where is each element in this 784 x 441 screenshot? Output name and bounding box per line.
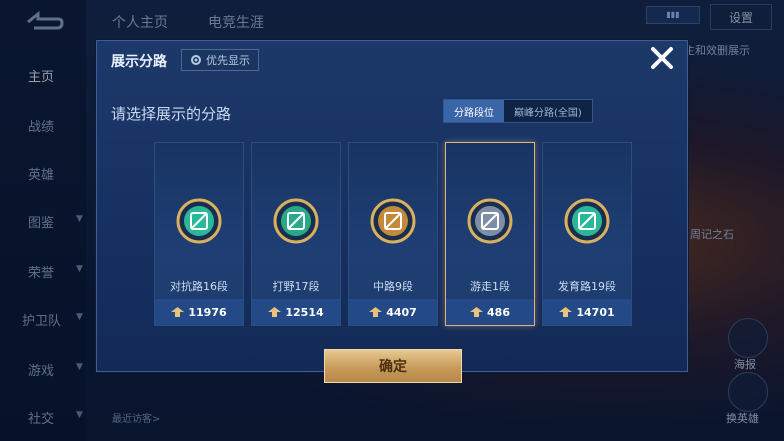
lane-score-value: 12514 bbox=[285, 305, 324, 319]
rank-arrow-icon bbox=[559, 307, 573, 317]
lane-score: 12514 bbox=[252, 299, 340, 325]
rank-arrow-icon bbox=[171, 307, 185, 317]
mid-lane-emblem-icon bbox=[370, 198, 416, 244]
lane-score: 11976 bbox=[155, 299, 243, 325]
lane-score-value: 4407 bbox=[386, 305, 417, 319]
lane-rank-label: 游走1段 bbox=[470, 280, 510, 293]
gear-icon bbox=[191, 55, 201, 65]
lane-card[interactable]: 打野17段 12514 bbox=[251, 142, 341, 326]
lane-card[interactable]: 中路9段 4407 bbox=[348, 142, 438, 326]
rank-arrow-icon bbox=[470, 307, 484, 317]
lane-score: 14701 bbox=[543, 299, 631, 325]
lane-card[interactable]: 发育路19段 14701 bbox=[542, 142, 632, 326]
roam-wings-emblem-icon bbox=[467, 198, 513, 244]
dialog-title: 展示分路 bbox=[111, 54, 167, 70]
dialog-subtitle: 请选择展示的分路 bbox=[111, 105, 232, 123]
lane-card[interactable]: 游走1段 486 bbox=[445, 142, 535, 326]
priority-label: 优先显示 bbox=[206, 54, 250, 67]
lane-score-value: 14701 bbox=[576, 305, 615, 319]
confirm-button[interactable]: 确定 bbox=[324, 349, 462, 383]
priority-display-button[interactable]: 优先显示 bbox=[181, 49, 259, 71]
lane-score: 4407 bbox=[349, 299, 437, 325]
tab-peak-lane[interactable]: 巅峰分路(全国) bbox=[504, 100, 592, 122]
lane-score-value: 486 bbox=[487, 305, 510, 319]
close-icon[interactable] bbox=[648, 44, 676, 72]
farm-lane-emblem-icon bbox=[564, 198, 610, 244]
clash-lane-emblem-icon bbox=[176, 198, 222, 244]
rank-arrow-icon bbox=[268, 307, 282, 317]
lane-rank-label: 对抗路16段 bbox=[170, 280, 228, 293]
rank-arrow-icon bbox=[369, 307, 383, 317]
lane-rank-label: 发育路19段 bbox=[558, 280, 616, 293]
jungle-dragon-emblem-icon bbox=[273, 198, 319, 244]
lane-rank-label: 中路9段 bbox=[373, 280, 413, 293]
lane-mode-toggle: 分路段位 巅峰分路(全国) bbox=[443, 99, 593, 123]
lane-score: 486 bbox=[446, 299, 534, 325]
display-lane-dialog: 展示分路 优先显示 请选择展示的分路 分路段位 巅峰分路(全国) 对抗路16段 1… bbox=[96, 40, 688, 383]
lane-score-value: 11976 bbox=[188, 305, 227, 319]
lane-card[interactable]: 对抗路16段 11976 bbox=[154, 142, 244, 326]
tab-lane-rank[interactable]: 分路段位 bbox=[444, 100, 504, 122]
lane-rank-label: 打野17段 bbox=[272, 280, 320, 293]
